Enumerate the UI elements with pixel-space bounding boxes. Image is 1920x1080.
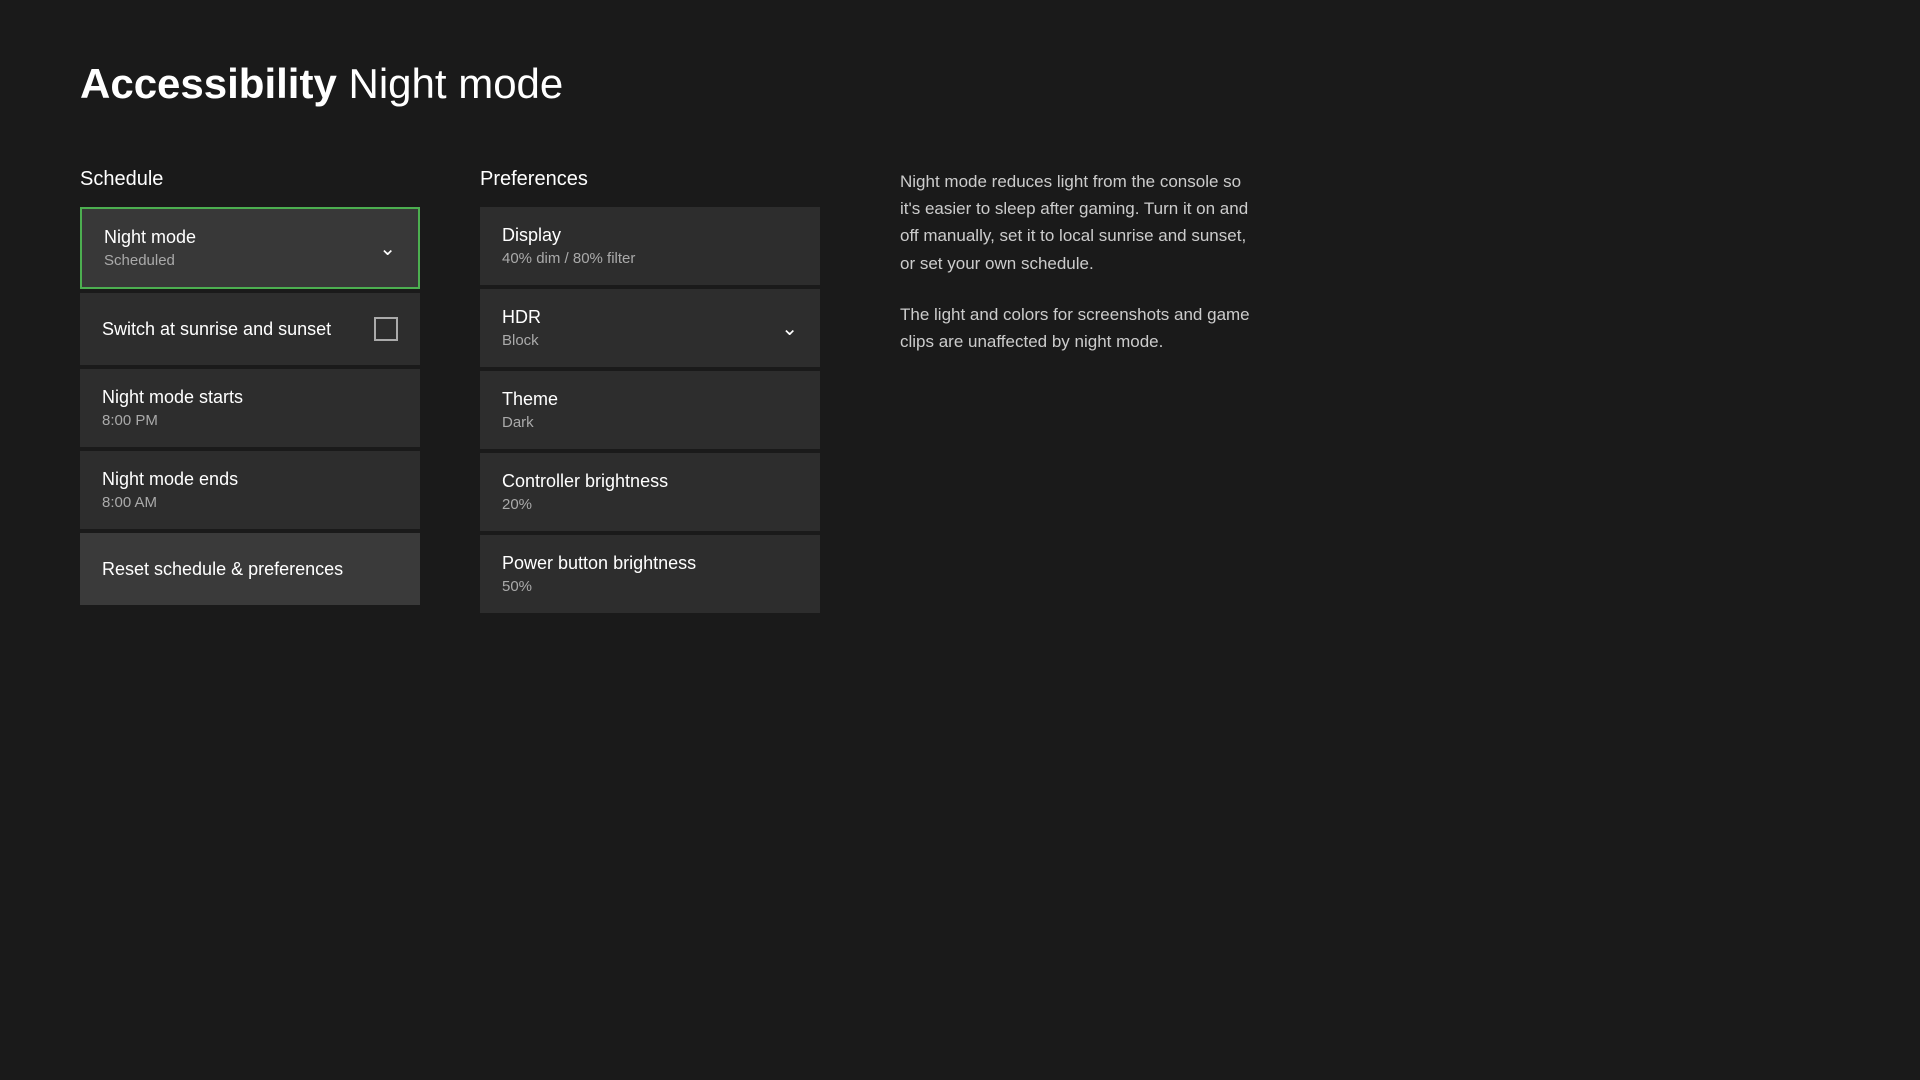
display-value: 40% dim / 80% filter [502,250,798,267]
schedule-item-night-mode-starts[interactable]: Night mode starts 8:00 PM [80,369,420,447]
schedule-header: Schedule [80,168,420,191]
hdr-label: HDR [502,307,541,328]
content-area: Schedule Night mode Scheduled ⌄ Switch a… [80,168,1840,617]
page-title-bold: Accessibility [80,60,337,107]
schedule-item-sunrise-sunset[interactable]: Switch at sunrise and sunset [80,293,420,365]
theme-value: Dark [502,414,798,431]
night-mode-text: Night mode Scheduled [104,227,196,269]
reset-button[interactable]: Reset schedule & preferences [80,533,420,605]
night-mode-value: Scheduled [104,252,196,269]
preferences-item-display[interactable]: Display 40% dim / 80% filter [480,207,820,285]
preferences-item-controller-brightness[interactable]: Controller brightness 20% [480,453,820,531]
preferences-column: Preferences Display 40% dim / 80% filter… [480,168,820,617]
night-mode-ends-value: 8:00 AM [102,494,398,511]
hdr-value: Block [502,332,541,349]
sunrise-sunset-checkbox[interactable] [374,317,398,341]
night-mode-starts-label: Night mode starts [102,387,398,408]
controller-brightness-label: Controller brightness [502,471,798,492]
schedule-column: Schedule Night mode Scheduled ⌄ Switch a… [80,168,420,605]
night-mode-chevron-icon: ⌄ [379,236,396,261]
night-mode-label: Night mode [104,227,196,248]
preferences-item-hdr[interactable]: HDR Block ⌄ [480,289,820,367]
preferences-item-theme[interactable]: Theme Dark [480,371,820,449]
power-button-brightness-value: 50% [502,578,798,595]
page-title-regular: Night mode [348,60,563,107]
power-button-brightness-label: Power button brightness [502,553,798,574]
preferences-item-power-button-brightness[interactable]: Power button brightness 50% [480,535,820,613]
night-mode-ends-label: Night mode ends [102,469,398,490]
hdr-text: HDR Block [502,307,541,349]
sunrise-sunset-label: Switch at sunrise and sunset [102,319,331,340]
display-label: Display [502,225,798,246]
page-title: Accessibility Night mode [80,60,1840,108]
page-container: Accessibility Night mode Schedule Night … [0,0,1920,677]
schedule-item-night-mode-ends[interactable]: Night mode ends 8:00 AM [80,451,420,529]
theme-label: Theme [502,389,798,410]
info-column: Night mode reduces light from the consol… [880,168,1260,379]
schedule-item-night-mode[interactable]: Night mode Scheduled ⌄ [80,207,420,289]
night-mode-starts-value: 8:00 PM [102,412,398,429]
info-paragraph-2: The light and colors for screenshots and… [900,301,1260,355]
info-paragraph-1: Night mode reduces light from the consol… [900,168,1260,277]
hdr-chevron-icon: ⌄ [781,316,798,341]
preferences-header: Preferences [480,168,820,191]
controller-brightness-value: 20% [502,496,798,513]
